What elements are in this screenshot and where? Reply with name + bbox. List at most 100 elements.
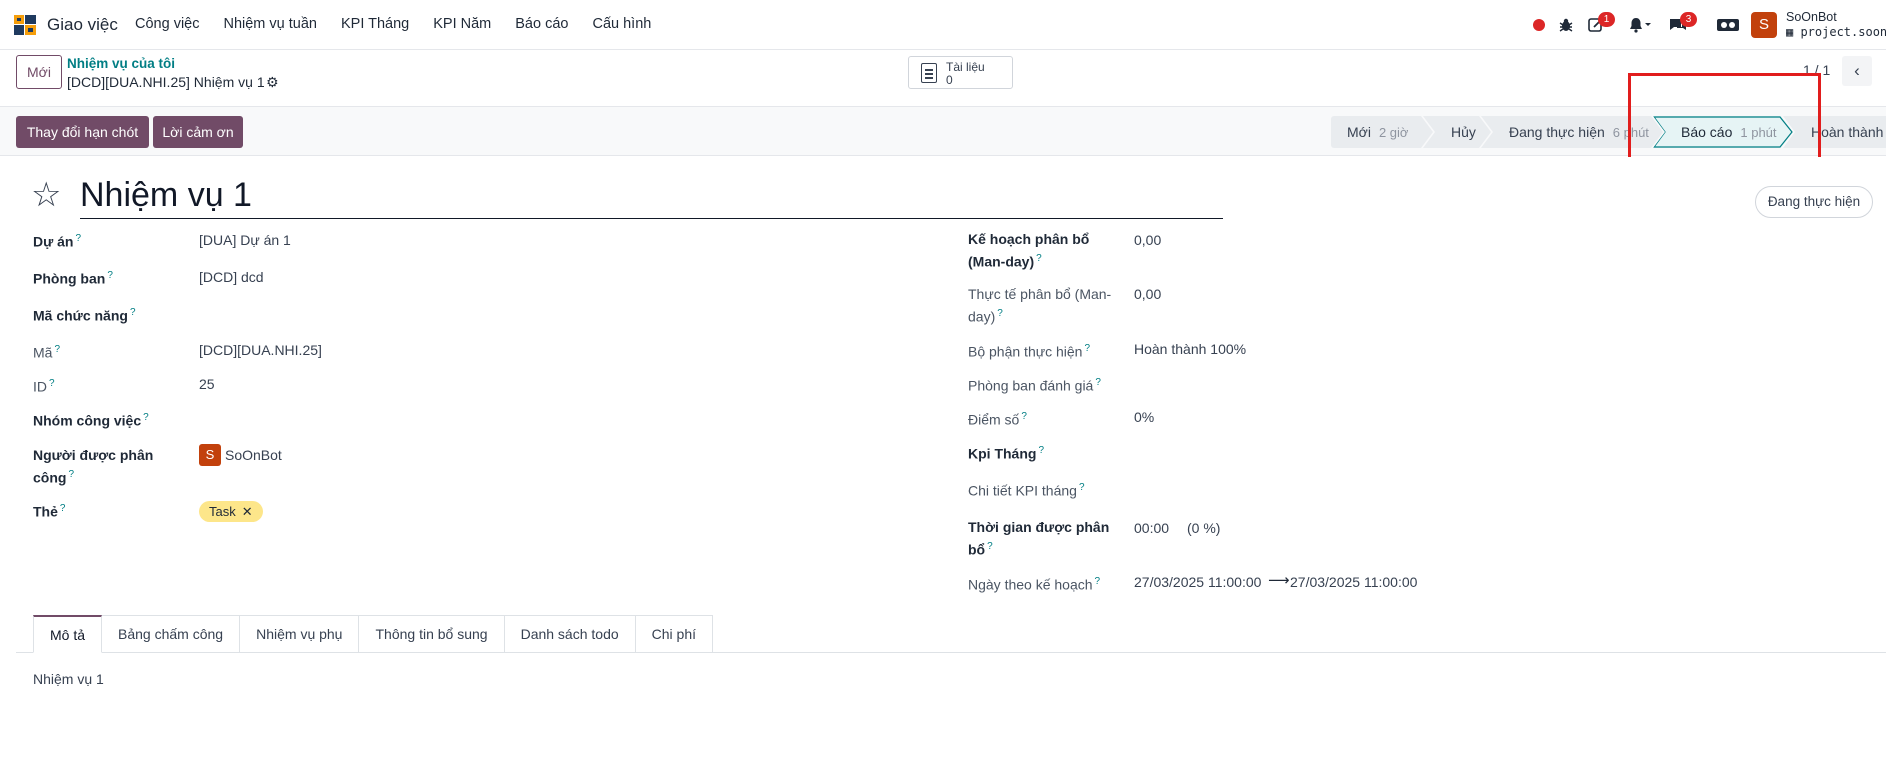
project-label: Dự án? [33, 229, 81, 252]
tab-mo-ta[interactable]: Mô tả [33, 615, 103, 653]
assignee-value[interactable]: SoOnBot [225, 445, 282, 465]
assignee-label: Người được phân công? [33, 445, 153, 488]
function-code-label: Mã chức năng? [33, 303, 136, 326]
allocated-time-percent: (0 %) [1187, 520, 1221, 536]
stage-duration: 2 giờ [1378, 125, 1409, 140]
breadcrumb-parent[interactable]: Nhiệm vụ của tôi [67, 56, 175, 71]
user-avatar[interactable]: S [1751, 12, 1777, 38]
activity-icon[interactable]: 1 [1585, 12, 1615, 36]
status-pill-button[interactable]: Đang thực hiện [1755, 186, 1873, 218]
department-label-text: Phòng ban [33, 270, 106, 287]
executing-unit-label-text: Bộ phận thực hiện [968, 343, 1083, 360]
messages-badge: 3 [1680, 12, 1697, 27]
allocated-time-label-line1: Thời gian được phân [968, 519, 1110, 535]
help-icon[interactable]: ? [1036, 253, 1042, 264]
help-icon[interactable]: ? [60, 503, 66, 514]
help-icon[interactable]: ? [54, 344, 60, 355]
star-icon[interactable]: ☆ [31, 178, 61, 212]
user-database: ▦ project.soon. [1786, 25, 1886, 39]
tab-danh-sach-todo[interactable]: Danh sách todo [504, 615, 636, 653]
tab-bang-cham-cong[interactable]: Bảng chấm công [102, 615, 241, 653]
kpi-month-label-text: Kpi Tháng [968, 445, 1037, 462]
stage-name: Đang thực hiện [1509, 124, 1605, 140]
actual-allocation-label-line1: Thực tế phân bổ (Man- [968, 286, 1112, 302]
help-icon[interactable]: ? [130, 307, 136, 318]
help-icon[interactable]: ? [49, 378, 55, 389]
app-logo-icon[interactable] [12, 12, 38, 38]
main-menu: Công việc Nhiệm vụ tuần KPI Tháng KPI Nă… [135, 16, 675, 32]
code-label: Mã? [33, 340, 60, 363]
menu-item-kpi-thang[interactable]: KPI Tháng [341, 16, 409, 32]
code-value: [DCD][DUA.NHI.25] [199, 342, 322, 358]
app-name[interactable]: Giao việc [47, 15, 118, 35]
menu-item-nhiem-vu-tuan[interactable]: Nhiệm vụ tuần [223, 16, 317, 32]
stage-name: Hủy [1451, 124, 1476, 140]
recording-indicator[interactable] [1528, 14, 1550, 36]
plan-allocation-value[interactable]: 0,00 [1134, 230, 1161, 250]
actual-allocation-label: Thực tế phân bổ (Man-day)? [968, 284, 1111, 327]
project-value[interactable]: [DUA] Dự án 1 [199, 230, 291, 250]
tag-label-text: Thẻ [33, 503, 58, 520]
arrow-right-icon: ⟶ [1268, 572, 1290, 589]
task-group-label: Nhóm công việc? [33, 408, 149, 431]
allocated-time-label-line2: bổ [968, 541, 986, 558]
code-label-text: Mã [33, 344, 53, 361]
title-underline [80, 218, 1223, 219]
stage-huy[interactable]: Hủy [1423, 116, 1491, 148]
planned-date-end[interactable]: 27/03/2025 11:00:00 [1290, 572, 1417, 592]
planned-date-start[interactable]: 27/03/2025 11:00:00 [1134, 572, 1261, 592]
tab-thong-tin-bo-sung[interactable]: Thông tin bổ sung [359, 615, 505, 653]
description-text[interactable]: Nhiệm vụ 1 [33, 671, 104, 687]
breadcrumb-current: [DCD][DUA.NHI.25] Nhiệm vụ 1 [67, 74, 265, 90]
help-icon[interactable]: ? [1084, 343, 1090, 354]
score-label: Điểm số? [968, 407, 1027, 430]
actual-allocation-value: 0,00 [1134, 286, 1162, 302]
help-icon[interactable]: ? [1079, 482, 1085, 493]
tag-remove-icon[interactable]: ✕ [242, 504, 253, 519]
task-title[interactable]: Nhiệm vụ 1 [80, 176, 252, 215]
help-icon[interactable]: ? [1038, 445, 1044, 456]
notification-bell-icon[interactable] [1629, 14, 1651, 36]
menu-item-cong-viec[interactable]: Công việc [135, 16, 199, 32]
evaluating-dept-label: Phòng ban đánh giá? [968, 373, 1101, 396]
help-icon[interactable]: ? [143, 412, 149, 423]
pager-prev-button[interactable]: ‹ [1842, 56, 1872, 86]
stage-moi[interactable]: Mới 2 giờ [1331, 116, 1433, 148]
help-icon[interactable]: ? [107, 270, 113, 281]
help-icon[interactable]: ? [1095, 576, 1101, 587]
department-value[interactable]: [DCD] dcd [199, 267, 264, 287]
top-navbar: Giao việc Công việc Nhiệm vụ tuần KPI Th… [0, 0, 1886, 50]
id-label-text: ID [33, 378, 47, 395]
task-group-label-text: Nhóm công việc [33, 412, 142, 429]
change-deadline-button[interactable]: Thay đổi hạn chót [16, 116, 149, 148]
user-name[interactable]: SoOnBot [1786, 11, 1837, 24]
new-button[interactable]: Mới [16, 55, 62, 89]
tab-chi-phi[interactable]: Chi phí [635, 615, 714, 653]
help-icon[interactable]: ? [68, 469, 74, 480]
help-icon[interactable]: ? [997, 308, 1003, 319]
company-switch-icon[interactable] [1715, 14, 1741, 36]
gear-icon[interactable]: ⚙ [266, 74, 279, 91]
tag-label: Thẻ? [33, 499, 65, 522]
menu-item-cau-hinh[interactable]: Cấu hình [592, 16, 651, 32]
assignee-label-line2: công [33, 469, 67, 486]
help-icon[interactable]: ? [987, 541, 993, 552]
kpi-detail-label: Chi tiết KPI tháng? [968, 478, 1085, 501]
form-sheet [16, 157, 1886, 776]
menu-item-bao-cao[interactable]: Báo cáo [515, 16, 568, 32]
messages-icon[interactable]: 3 [1667, 12, 1697, 36]
tab-nhiem-vu-phu[interactable]: Nhiệm vụ phụ [240, 615, 360, 653]
help-icon[interactable]: ? [1095, 377, 1101, 388]
actual-allocation-label-line2: day) [968, 308, 996, 325]
help-icon[interactable]: ? [1021, 411, 1027, 422]
menu-item-kpi-nam[interactable]: KPI Năm [433, 16, 491, 32]
documents-button[interactable]: Tài liệu 0 [908, 56, 1013, 89]
allocated-time-value[interactable]: 00:00 [1134, 518, 1169, 538]
evaluating-dept-label-text: Phòng ban đánh giá [968, 377, 1094, 394]
assignee-label-line1: Người được phân [33, 447, 154, 463]
plan-allocation-label-line1: Kế hoạch phân bổ [968, 231, 1090, 247]
thanks-button[interactable]: Lời cảm ơn [153, 116, 243, 148]
debug-bug-icon[interactable] [1555, 14, 1577, 36]
executing-unit-value: Hoàn thành 100% [1134, 341, 1247, 357]
help-icon[interactable]: ? [75, 233, 81, 244]
